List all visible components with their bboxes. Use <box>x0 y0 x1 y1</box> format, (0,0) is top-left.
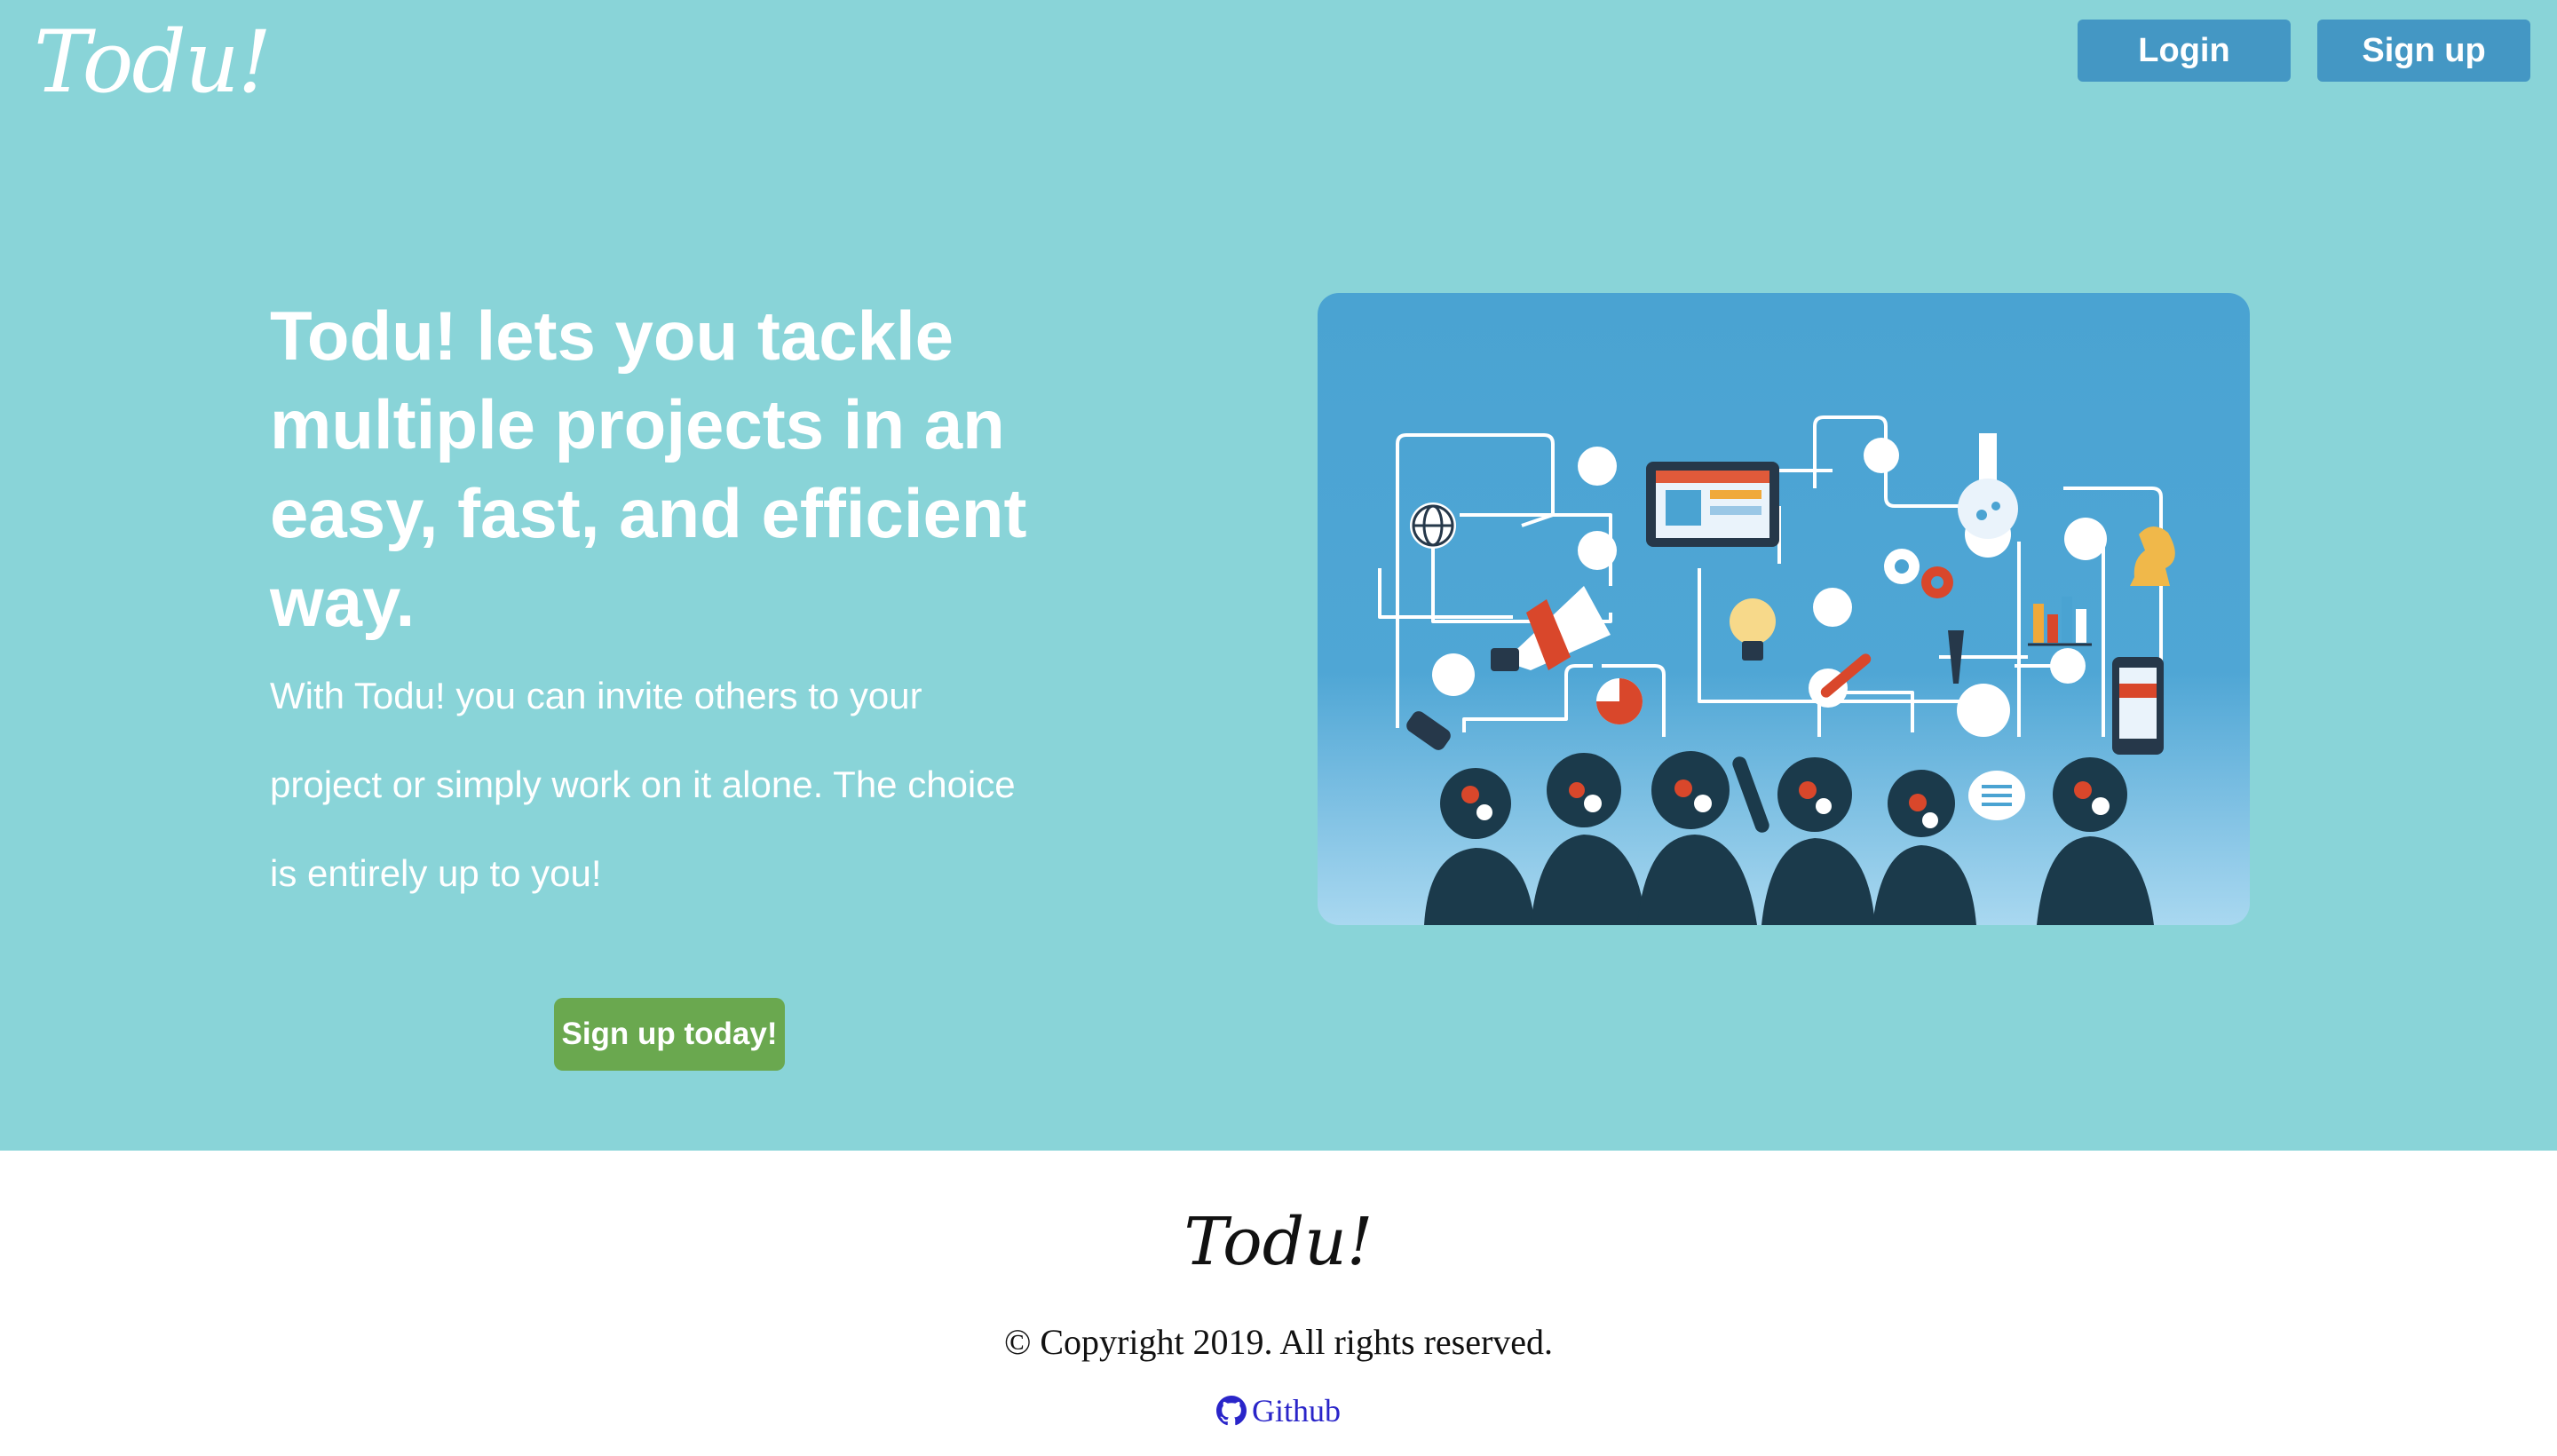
login-button[interactable]: Login <box>2078 20 2291 82</box>
github-link[interactable]: Github <box>1252 1392 1341 1429</box>
brand-logo[interactable]: Todu! <box>34 12 272 112</box>
team-workflow-illustration <box>1318 293 2250 925</box>
signup-button[interactable]: Sign up <box>2317 20 2530 82</box>
github-icon[interactable] <box>1215 1396 1247 1426</box>
hero-headline: Todu! lets you tackle multiple projects … <box>270 297 1027 641</box>
github-link-container: Github <box>0 1392 2557 1429</box>
copyright-text: © Copyright 2019. All rights reserved. <box>1003 1322 1554 1362</box>
footer-brand-logo: Todu! <box>1184 1204 1373 1280</box>
hero-section: Todu! Login Sign up Todu! lets you tackl… <box>0 0 2557 1151</box>
hero-subtext: With Todu! you can invite others to your… <box>270 675 1016 894</box>
signup-today-button[interactable]: Sign up today! <box>554 998 785 1071</box>
